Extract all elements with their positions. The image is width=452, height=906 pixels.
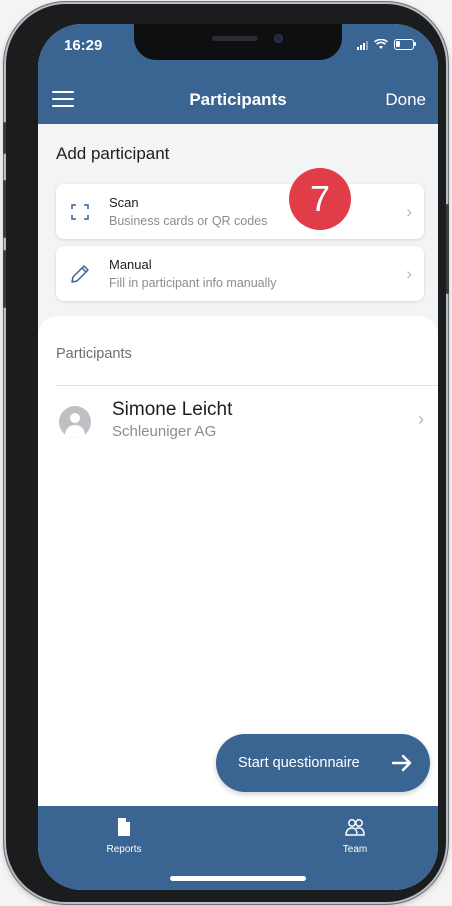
add-participant-heading: Add participant (56, 144, 170, 163)
power-button (446, 204, 449, 294)
document-icon (118, 818, 130, 836)
notch (134, 24, 342, 60)
signal-icon (357, 40, 368, 50)
status-time: 16:29 (64, 37, 103, 54)
speaker (212, 36, 258, 41)
manual-option[interactable]: Manual Fill in participant info manually… (56, 246, 424, 301)
arrow-right-icon (391, 754, 412, 772)
status-icons (357, 39, 416, 50)
battery-icon (394, 39, 416, 50)
wifi-icon (374, 39, 388, 49)
tab-reports-label: Reports (106, 844, 142, 855)
tab-team[interactable]: Team (315, 816, 395, 866)
avatar (59, 406, 91, 438)
tab-bar: Reports Team (38, 806, 438, 890)
people-icon (345, 819, 365, 836)
participant-company: Schleuniger AG (112, 423, 217, 440)
manual-option-subtitle: Fill in participant info manually (109, 276, 277, 290)
scan-option-subtitle: Business cards or QR codes (109, 214, 268, 228)
volume-up-button (3, 180, 6, 238)
mute-switch (3, 122, 6, 154)
participant-name: Simone Leicht (112, 399, 233, 420)
chevron-right-icon: › (418, 409, 424, 429)
done-button[interactable]: Done (385, 90, 426, 110)
divider (56, 385, 438, 386)
participants-panel: Participants Simone Leicht Schleuniger A… (38, 316, 438, 806)
page-title: Participants (189, 90, 287, 109)
phone-frame: 16:29 Participants Done Add participant … (3, 4, 449, 902)
scan-frame-icon (71, 204, 89, 220)
start-questionnaire-label: Start questionnaire (238, 755, 360, 771)
start-questionnaire-button[interactable]: Start questionnaire (216, 734, 430, 792)
home-indicator (170, 876, 306, 881)
pencil-icon (71, 265, 89, 283)
front-camera (274, 34, 283, 43)
nav-header: 16:29 Participants Done (38, 24, 438, 124)
step-badge: 7 (289, 168, 351, 230)
tab-reports[interactable]: Reports (84, 816, 164, 866)
participant-row[interactable]: Simone Leicht Schleuniger AG › (38, 387, 438, 455)
tab-team-label: Team (342, 844, 368, 855)
volume-down-button (3, 250, 6, 308)
chevron-right-icon: › (406, 264, 412, 283)
scan-option[interactable]: Scan Business cards or QR codes › (56, 184, 424, 239)
manual-option-title: Manual (109, 257, 152, 272)
participants-heading: Participants (56, 346, 132, 362)
screen: 16:29 Participants Done Add participant … (38, 24, 438, 890)
chevron-right-icon: › (406, 202, 412, 221)
scan-option-title: Scan (109, 195, 139, 210)
